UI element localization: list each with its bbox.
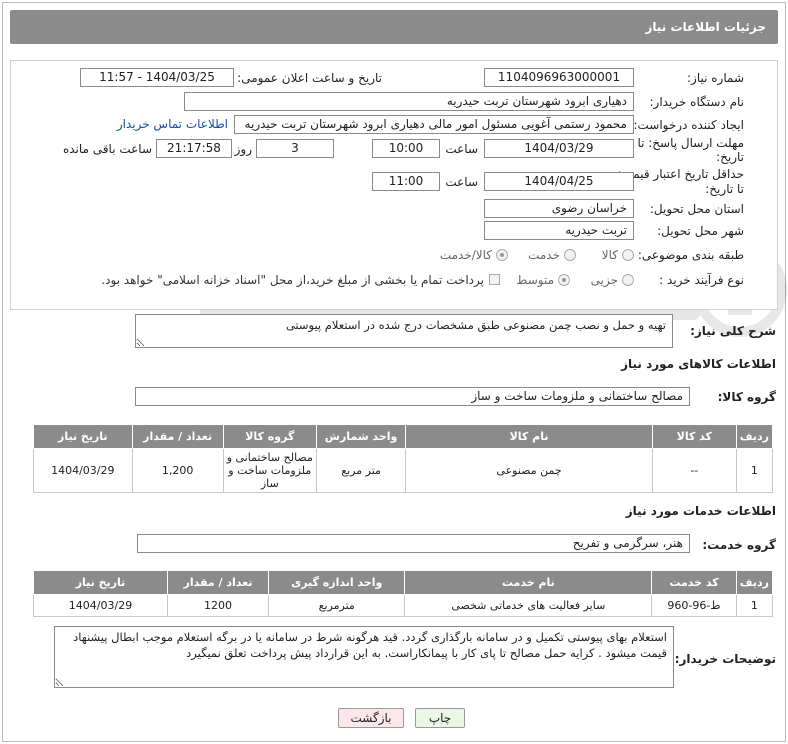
creator-label: ایجاد کننده درخواست: [633,118,744,132]
category-goods-label: کالا [601,248,618,262]
buyer-contact-link[interactable]: اطلاعات تماس خریدار [117,117,228,131]
price-validity-label-2: تا تاریخ: [705,182,744,196]
goods-cell-date: 1404/03/29 [33,448,133,493]
summary-label: شرح کلی نیاز: [690,324,776,338]
announce-label: تاریخ و ساعت اعلان عمومی: [237,71,382,85]
purchase-minor-label: جزیی [590,273,618,287]
validity-time-label: ساعت [445,175,478,189]
need-number-label: شماره نیاز: [687,71,744,85]
services-cell-qty: 1200 [167,594,269,617]
print-button[interactable]: چاپ [415,708,465,728]
services-table: ردیف کد خدمت نام خدمت واحد اندازه گیری ت… [32,570,774,617]
services-col-row: ردیف [735,570,774,595]
goods-cell-code: -- [651,448,737,493]
treasury-payment-note: پرداخت تمام یا بخشی از مبلغ خرید،از محل … [101,273,484,287]
purchase-medium-label: متوسط [516,273,554,287]
goods-col-group: گروه کالا [222,424,317,449]
services-col-qty: تعداد / مقدار [167,570,269,595]
purchase-medium-radio[interactable] [558,274,570,286]
category-goods-service-label: کالا/خدمت [439,248,492,262]
announce-field[interactable]: 1404/03/25 - 11:57 [80,68,234,87]
services-group-field[interactable]: هنر، سرگرمی و تفریح [137,534,690,553]
category-service-radio[interactable] [564,249,576,261]
back-button[interactable]: بازگشت [338,708,404,728]
buyer-notes-textarea[interactable]: استعلام بهای پیوستی تکمیل و در سامانه با… [54,626,674,688]
goods-col-unit: واحد شمارش [315,424,407,449]
goods-col-date: تاریخ نیاز [33,424,133,449]
category-goods-radio[interactable] [622,249,634,261]
goods-cell-group: مصالح ساختمانی و ملزومات ساخت و ساز [222,448,317,493]
creator-field[interactable]: محمود رستمی آغویی مسئول امور مالی دهیاری… [234,115,634,134]
deadline-label-1: مهلت ارسال پاسخ: تا [637,136,744,150]
days-field[interactable]: 3 [256,139,334,158]
purchase-minor-radio[interactable] [622,274,634,286]
services-col-date: تاریخ نیاز [32,570,169,595]
goods-section-title: اطلاعات کالاهای مورد نیاز [621,357,776,371]
goods-col-row: ردیف [735,424,774,449]
goods-cell-row: 1 [735,448,774,493]
goods-table: ردیف کد کالا نام کالا واحد شمارش گروه کا… [33,424,774,493]
province-label: استان محل تحویل: [649,202,744,216]
page-title: جزئیات اطلاعات نیاز [10,10,778,44]
services-cell-date: 1404/03/29 [32,594,169,617]
buyer-org-field[interactable]: دهیاری ابرود شهرستان تربت حیدریه [184,92,634,111]
services-col-unit: واحد اندازه گیری [267,570,406,595]
category-label: طبقه بندی موضوعی: [637,248,744,262]
services-cell-row: 1 [735,594,774,617]
services-group-label: گروه خدمت: [702,538,776,552]
buyer-notes-label: توضیحات خریدار: [674,652,776,666]
price-validity-label-1: حداقل تاریخ اعتبار قیمت: [617,167,744,181]
table-row[interactable]: 1 -- چمن مصنوعی متر مربع مصالح ساختمانی … [33,448,774,493]
remaining-time-field[interactable]: 21:17:58 [156,139,232,158]
validity-date-field[interactable]: 1404/04/25 [484,172,634,191]
remaining-label: ساعت باقی مانده [62,142,152,156]
goods-col-code: کد کالا [651,424,737,449]
deadline-label-2: تاریخ: [716,150,744,164]
services-table-header: ردیف کد خدمت نام خدمت واحد اندازه گیری ت… [32,570,774,595]
treasury-payment-checkbox[interactable] [489,274,500,285]
table-row[interactable]: 1 ط-96-960 سایر فعالیت های خدماتی شخصی م… [32,594,774,617]
services-cell-name: سایر فعالیت های خدماتی شخصی [404,594,653,617]
category-goods-service-radio[interactable] [496,249,508,261]
goods-table-header: ردیف کد کالا نام کالا واحد شمارش گروه کا… [33,424,774,449]
services-cell-unit: مترمربع [267,594,406,617]
goods-col-name: نام کالا [405,424,653,449]
goods-cell-qty: 1,200 [131,448,224,493]
category-service-label: خدمت [528,248,560,262]
services-cell-code: ط-96-960 [651,594,737,617]
deadline-time-field[interactable]: 10:00 [372,139,440,158]
summary-textarea[interactable]: تهیه و حمل و نصب چمن مصنوعی طبق مشخصات د… [135,314,673,348]
goods-cell-unit: متر مربع [315,448,407,493]
goods-col-qty: تعداد / مقدار [131,424,224,449]
services-section-title: اطلاعات خدمات مورد نیاز [625,504,776,518]
goods-group-label: گروه کالا: [717,390,776,404]
city-field[interactable]: تربت حیدریه [484,221,634,240]
goods-cell-name: چمن مصنوعی [405,448,653,493]
province-field[interactable]: خراسان رضوی [484,199,634,218]
purchase-type-label: نوع فرآیند خرید : [659,273,744,287]
validity-time-field[interactable]: 11:00 [372,172,440,191]
deadline-time-label: ساعت [445,142,478,156]
deadline-date-field[interactable]: 1404/03/29 [484,139,634,158]
services-col-name: نام خدمت [404,570,653,595]
services-col-code: کد خدمت [651,570,737,595]
goods-group-field[interactable]: مصالح ساختمانی و ملزومات ساخت و ساز [135,387,690,406]
buyer-org-label: نام دستگاه خریدار: [649,95,745,109]
city-label: شهر محل تحویل: [657,224,744,238]
need-number-field[interactable]: 1104096963000001 [484,68,634,87]
